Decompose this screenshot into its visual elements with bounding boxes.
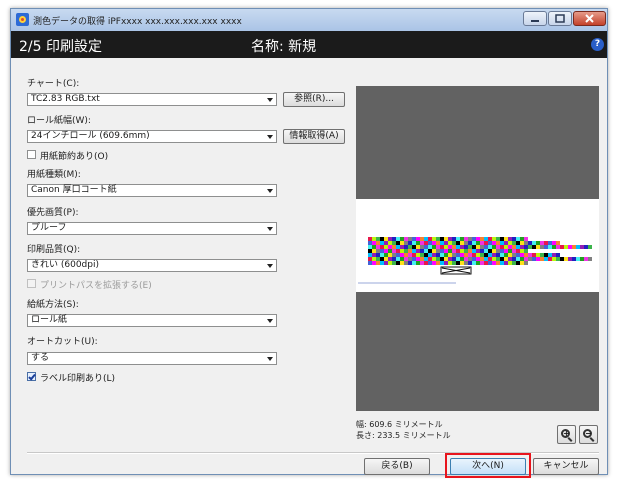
zoom-in-button[interactable]: + (557, 425, 576, 444)
cancel-button[interactable]: キャンセル (533, 458, 599, 475)
length-readout: 長さ: 233.5 ミリメートル (356, 431, 451, 440)
extend-pass-checkbox[interactable] (27, 279, 36, 288)
back-button[interactable]: 戻る(B) (364, 458, 430, 475)
chevron-down-icon (267, 264, 273, 268)
preview-paper (356, 199, 599, 292)
window-title: 測色データの取得 iPFxxxx xxx.xxx.xxx.xxx xxxx (33, 17, 242, 27)
quality-select[interactable]: きれい (600dpi) (27, 259, 277, 272)
media-type-value: Canon 厚口コート紙 (31, 185, 117, 195)
label-print-label: ラベル印刷あり(L) (40, 374, 116, 384)
maximize-icon (555, 14, 565, 23)
close-button[interactable] (573, 11, 606, 26)
quality-value: きれい (600dpi) (31, 260, 99, 270)
feed-value: ロール紙 (31, 315, 68, 325)
priority-value: プルーフ (31, 223, 67, 233)
chevron-down-icon (267, 189, 273, 193)
step-title: 2/5 印刷設定 (19, 39, 102, 55)
paper-saving-label: 用紙節約あり(O) (40, 152, 109, 162)
quality-label: 印刷品質(Q): (27, 245, 81, 255)
label-print-checkbox[interactable] (27, 372, 36, 381)
color-chart-image (358, 237, 592, 284)
help-icon[interactable]: ? (591, 38, 604, 51)
media-type-label: 用紙種類(M): (27, 170, 81, 180)
setting-name: 名称: 新規 (251, 39, 317, 55)
roll-width-label: ロール紙幅(W): (27, 116, 91, 126)
title-bar: 測色データの取得 iPFxxxx xxx.xxx.xxx.xxx xxxx (11, 9, 607, 31)
chevron-down-icon (267, 357, 273, 361)
autocut-value: する (31, 353, 50, 363)
next-button-highlight (445, 453, 531, 478)
chart-value: TC2.83 RGB.txt (31, 94, 100, 104)
minimize-button[interactable] (523, 11, 547, 26)
feed-select[interactable]: ロール紙 (27, 314, 277, 327)
roll-width-select[interactable]: 24インチロール (609.6mm) (27, 130, 277, 143)
minimize-icon (531, 20, 539, 22)
chevron-down-icon (267, 319, 273, 323)
print-preview (356, 86, 599, 411)
chevron-down-icon (267, 135, 273, 139)
zoom-out-button[interactable]: − (579, 425, 598, 444)
step-header: 2/5 印刷設定 名称: 新規 ? (11, 31, 607, 58)
media-type-select[interactable]: Canon 厚口コート紙 (27, 184, 277, 197)
close-icon (585, 14, 594, 23)
paper-saving-checkbox[interactable] (27, 150, 36, 159)
feed-label: 給紙方法(S): (27, 300, 79, 310)
autocut-select[interactable]: する (27, 352, 277, 365)
browse-button[interactable]: 参照(R)... (283, 92, 345, 107)
app-icon (16, 13, 29, 26)
priority-label: 優先画質(P): (27, 208, 79, 218)
autocut-label: オートカット(U): (27, 337, 98, 347)
chart-select[interactable]: TC2.83 RGB.txt (27, 93, 277, 106)
dialog-window: 測色データの取得 iPFxxxx xxx.xxx.xxx.xxx xxxx 2/… (10, 8, 608, 478)
get-info-button[interactable]: 情報取得(A) (283, 129, 345, 144)
priority-select[interactable]: プルーフ (27, 222, 277, 235)
chevron-down-icon (267, 227, 273, 231)
roll-width-value: 24インチロール (609.6mm) (31, 131, 150, 141)
chart-label: チャート(C): (27, 79, 80, 89)
width-readout: 幅: 609.6 ミリメートル (356, 420, 443, 429)
extend-pass-label: プリントパスを拡張する(E) (40, 281, 152, 291)
maximize-button[interactable] (548, 11, 572, 26)
chevron-down-icon (267, 98, 273, 102)
